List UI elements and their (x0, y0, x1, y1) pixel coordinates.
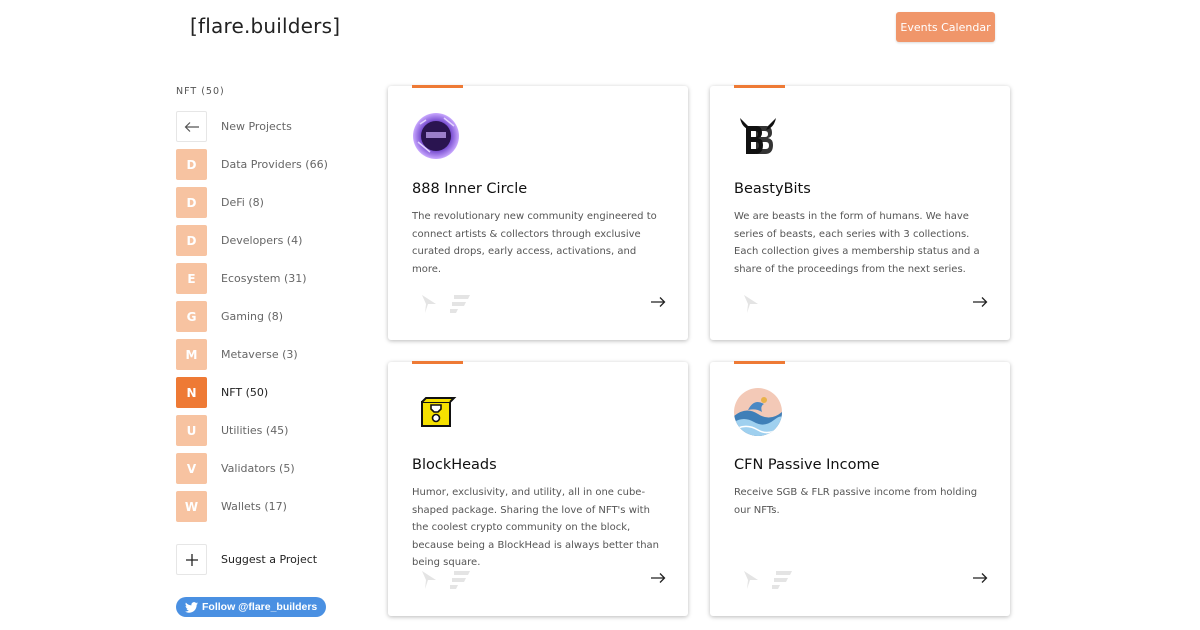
category-badge: D (176, 225, 207, 256)
suggest-project-button[interactable]: Suggest a Project (176, 544, 317, 575)
sidebar-item-defi[interactable]: D DeFi (8) (176, 187, 366, 218)
sidebar-item-label: Developers (4) (221, 234, 303, 247)
project-card-cfn-passive-income[interactable]: CFN Passive Income Receive SGB & FLR pas… (710, 361, 1010, 616)
flare-network-icon (744, 295, 758, 313)
events-calendar-button[interactable]: Events Calendar (896, 12, 995, 42)
project-card-beastybits[interactable]: BeastyBits We are beasts in the form of … (710, 85, 1010, 340)
songbird-network-icon (772, 571, 792, 589)
category-badge: W (176, 491, 207, 522)
twitter-label: Follow @flare_builders (202, 601, 318, 613)
sidebar-item-label: Ecosystem (31) (221, 272, 307, 285)
category-badge: M (176, 339, 207, 370)
twitter-follow-button[interactable]: Follow @flare_builders (176, 597, 327, 617)
sidebar-title: NFT (50) (176, 86, 225, 97)
card-title: BlockHeads (412, 457, 497, 473)
card-description: Humor, exclusivity, and utility, all in … (412, 487, 660, 569)
project-card-blockheads[interactable]: BlockHeads Humor, exclusivity, and utili… (388, 361, 688, 616)
category-badge: D (176, 187, 207, 218)
sidebar-item-label: Metaverse (3) (221, 348, 298, 361)
sidebar-item-label: Data Providers (66) (221, 158, 328, 171)
sidebar-item-developers[interactable]: D Developers (4) (176, 225, 366, 256)
category-badge: E (176, 263, 207, 294)
card-accent-bar (734, 361, 785, 364)
sidebar-item-metaverse[interactable]: M Metaverse (3) (176, 339, 366, 370)
flare-network-icon (744, 571, 758, 589)
songbird-network-icon (450, 295, 470, 313)
category-badge: G (176, 301, 207, 332)
beastybits-logo (734, 112, 782, 160)
sidebar-item-utilities[interactable]: U Utilities (45) (176, 415, 366, 446)
blockheads-logo (412, 388, 460, 436)
sidebar-item-label: Utilities (45) (221, 424, 289, 437)
cfn-passive-income-logo (734, 388, 782, 436)
card-title: BeastyBits (734, 181, 811, 197)
category-badge: D (176, 149, 207, 180)
category-sidebar: NFT (50) New Projects D Data Providers (… (176, 86, 366, 617)
sidebar-item-label: DeFi (8) (221, 196, 264, 209)
arrow-right-icon[interactable] (650, 295, 666, 313)
card-description: We are beasts in the form of humans. We … (734, 211, 980, 275)
flare-network-icon (422, 571, 436, 589)
site-logo[interactable]: [flare.builders] (190, 14, 340, 38)
sidebar-item-ecosystem[interactable]: E Ecosystem (31) (176, 263, 366, 294)
sidebar-item-new-projects[interactable]: New Projects (176, 111, 366, 142)
card-accent-bar (734, 85, 785, 88)
songbird-network-icon (450, 571, 470, 589)
category-badge: V (176, 453, 207, 484)
sidebar-item-wallets[interactable]: W Wallets (17) (176, 491, 366, 522)
sidebar-item-label: New Projects (221, 120, 292, 133)
card-title: 888 Inner Circle (412, 181, 528, 197)
sidebar-item-validators[interactable]: V Validators (5) (176, 453, 366, 484)
arrow-right-icon[interactable] (650, 571, 666, 589)
sidebar-item-label: Wallets (17) (221, 500, 287, 513)
flare-network-icon (422, 295, 436, 313)
sidebar-item-label: NFT (50) (221, 386, 269, 399)
back-arrow-icon (176, 111, 207, 142)
card-title: CFN Passive Income (734, 457, 880, 473)
suggest-label: Suggest a Project (221, 553, 318, 566)
card-accent-bar (412, 85, 463, 88)
category-badge: U (176, 415, 207, 446)
888-inner-circle-logo (412, 112, 460, 160)
card-description: Receive SGB & FLR passive income from ho… (734, 487, 978, 516)
sidebar-item-gaming[interactable]: G Gaming (8) (176, 301, 366, 332)
card-accent-bar (412, 361, 463, 364)
arrow-right-icon[interactable] (972, 571, 988, 589)
sidebar-item-nft[interactable]: N NFT (50) (176, 377, 366, 408)
sidebar-item-label: Validators (5) (221, 462, 295, 475)
sidebar-item-data-providers[interactable]: D Data Providers (66) (176, 149, 366, 180)
category-badge: N (176, 377, 207, 408)
plus-icon (176, 544, 207, 575)
sidebar-item-label: Gaming (8) (221, 310, 284, 323)
arrow-right-icon[interactable] (972, 295, 988, 313)
project-card-888-inner-circle[interactable]: 888 Inner Circle The revolutionary new c… (388, 85, 688, 340)
card-description: The revolutionary new community engineer… (412, 211, 657, 275)
twitter-bird-icon (185, 601, 198, 613)
